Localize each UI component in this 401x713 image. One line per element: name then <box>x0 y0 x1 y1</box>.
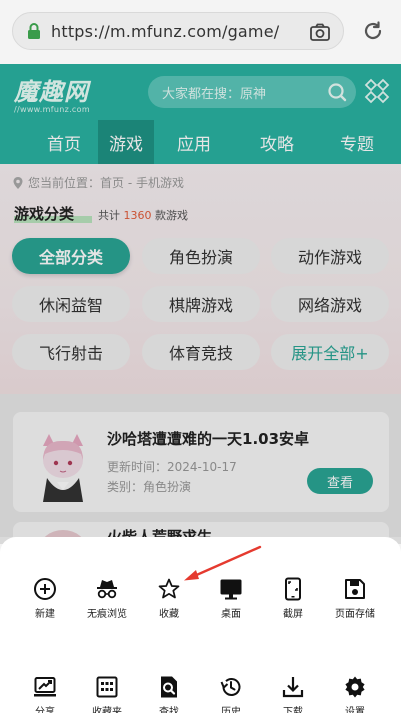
menu-item-screenshot[interactable]: 截屏 <box>261 577 325 620</box>
menu-item-find[interactable]: 查找 <box>137 675 201 713</box>
star-icon <box>158 578 180 599</box>
menu-item-settings[interactable]: 设置 <box>323 675 387 713</box>
new-tab-icon <box>34 578 56 600</box>
menu-item-share[interactable]: 分享 <box>13 675 77 713</box>
menu-label: 下载 <box>283 707 303 713</box>
annotation-arrow <box>184 545 262 581</box>
menu-item-favorite[interactable]: 收藏 <box>137 577 201 620</box>
menu-item-history[interactable]: 历史 <box>199 675 263 713</box>
lock-icon <box>23 20 45 42</box>
menu-label: 桌面 <box>221 609 241 620</box>
menu-label: 分享 <box>35 707 55 713</box>
menu-label: 收藏夹 <box>92 707 122 713</box>
browser-toolbar: https://m.mfunz.com/game/ <box>0 0 401 64</box>
menu-item-bookmarks[interactable]: 收藏夹 <box>75 675 139 713</box>
address-bar[interactable]: https://m.mfunz.com/game/ <box>12 12 344 50</box>
menu-item-download[interactable]: 下载 <box>261 675 325 713</box>
url-text[interactable]: https://m.mfunz.com/game/ <box>51 22 279 41</box>
find-icon <box>161 676 177 698</box>
menu-label: 无痕浏览 <box>87 609 127 620</box>
menu-label: 页面存储 <box>335 609 375 620</box>
download-icon <box>282 677 304 698</box>
bookmarks-icon <box>96 676 118 698</box>
menu-label: 历史 <box>221 707 241 713</box>
screenshot-icon <box>285 577 301 601</box>
camera-icon[interactable] <box>309 22 331 42</box>
menu-label: 查找 <box>159 707 179 713</box>
history-icon <box>220 678 241 696</box>
menu-label: 新建 <box>35 609 55 620</box>
settings-icon <box>345 676 365 698</box>
share-icon <box>34 677 56 697</box>
incognito-icon <box>97 580 117 599</box>
menu-item-save-page[interactable]: 页面存储 <box>323 577 387 620</box>
menu-label: 设置 <box>345 707 365 713</box>
menu-item-new[interactable]: 新建 <box>13 577 77 620</box>
save-page-icon <box>345 579 365 599</box>
menu-label: 收藏 <box>159 609 179 620</box>
menu-item-desktop[interactable]: 桌面 <box>199 577 263 620</box>
menu-item-incognito[interactable]: 无痕浏览 <box>75 577 139 620</box>
menu-label: 截屏 <box>283 609 303 620</box>
page-dim-overlay[interactable] <box>0 64 401 544</box>
reload-icon[interactable] <box>362 20 384 42</box>
